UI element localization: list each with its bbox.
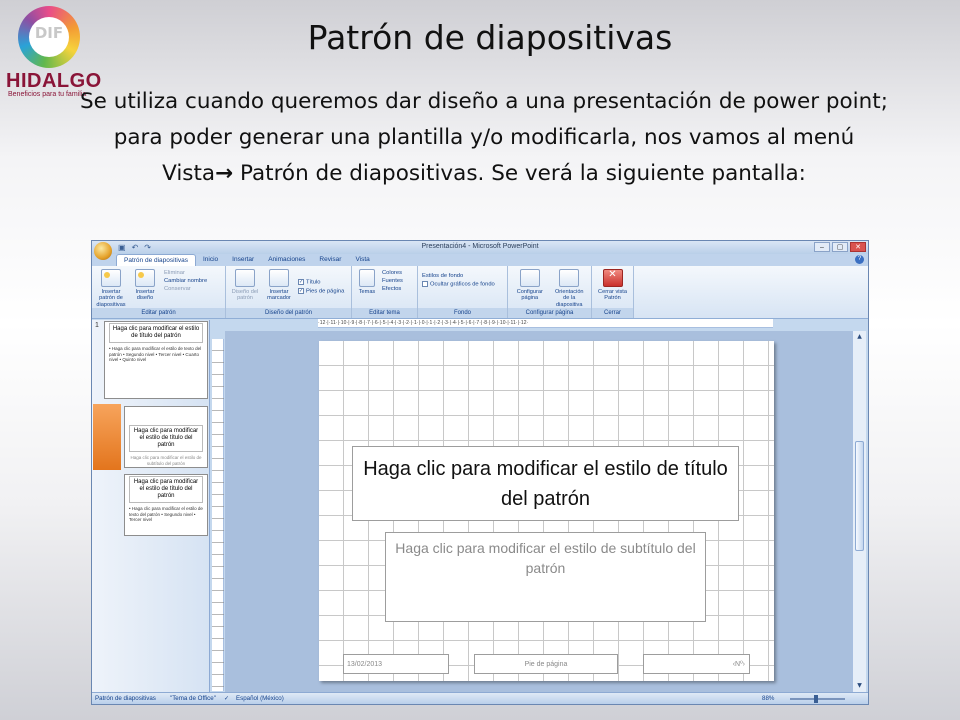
window-titlebar: ▣ ↶ ↷ Presentación4 - Microsoft PowerPoi…: [92, 241, 868, 260]
spellcheck-icon[interactable]: ✓: [224, 695, 229, 702]
page-setup-icon: [519, 269, 540, 287]
tab-animaciones[interactable]: Animaciones: [261, 254, 312, 266]
thumbnail-content-layout[interactable]: Haga clic para modificar el estilo de tí…: [124, 474, 208, 536]
status-theme: "Tema de Office": [170, 695, 216, 702]
status-bar: Patrón de diapositivas "Tema de Office" …: [92, 692, 868, 704]
intro-text-2: Patrón de diapositivas. Se verá la sigui…: [233, 161, 806, 186]
tab-inicio[interactable]: Inicio: [196, 254, 225, 266]
preserve-button[interactable]: Conservar: [164, 286, 207, 292]
title-check-icon: ✓: [298, 279, 304, 285]
group-label-editar-tema: Editar tema: [352, 308, 417, 318]
thumbnail-title-layout[interactable]: Haga clic para modificar el estilo de tí…: [124, 406, 208, 468]
slide-editing-area: Haga clic para modificar el estilo de tí…: [225, 331, 852, 692]
logo-tagline: Beneficios para tu familia: [8, 91, 87, 98]
slide-thumbnail-panel: 1 Haga clic para modificar el estilo de …: [92, 320, 210, 693]
maximize-button[interactable]: ▢: [832, 242, 848, 252]
group-editar-tema: Temas Colores Fuentes Efectos Editar tem…: [352, 266, 418, 318]
delete-button[interactable]: Eliminar: [164, 270, 207, 276]
vertical-scrollbar[interactable]: ▲ ▼: [852, 331, 866, 692]
status-language: Español (México): [236, 695, 284, 702]
zoom-level[interactable]: 88%: [762, 695, 774, 702]
background-styles-button[interactable]: Estilos de fondo: [422, 273, 495, 279]
slide-orientation-icon: [559, 269, 580, 287]
tab-patron-diapositivas[interactable]: Patrón de diapositivas: [116, 254, 196, 266]
group-editar-patron: Insertar patrón de diapositivas Insertar…: [92, 266, 226, 318]
group-label-diseno-patron: Diseño del patrón: [226, 308, 351, 318]
footer-check-icon: ✓: [298, 287, 304, 294]
window-title: Presentación4 - Microsoft PowerPoint: [421, 243, 539, 250]
insert-placeholder-icon: [269, 269, 289, 287]
scroll-down-icon[interactable]: ▼: [855, 682, 864, 690]
group-label-editar-patron: Editar patrón: [92, 308, 225, 318]
master-layout-icon: [235, 269, 255, 287]
footer-checkbox[interactable]: ✓ Pies de página: [298, 287, 344, 294]
group-configurar-pagina: Configurar página Orientación de la diap…: [508, 266, 592, 318]
insert-master-icon: [101, 269, 121, 287]
scroll-up-icon[interactable]: ▲: [855, 333, 864, 341]
close-button[interactable]: ✕: [850, 242, 866, 252]
office-button[interactable]: [94, 242, 112, 260]
title-checkbox[interactable]: ✓ Título: [298, 279, 344, 286]
tab-insertar[interactable]: Insertar: [225, 254, 261, 266]
rename-button[interactable]: Cambiar nombre: [164, 278, 207, 284]
date-placeholder[interactable]: 13/02/2013: [343, 654, 449, 674]
group-label-fondo: Fondo: [418, 308, 507, 318]
close-view-icon: [602, 269, 623, 287]
insert-layout-icon: [135, 269, 155, 287]
colors-button[interactable]: Colores: [382, 270, 403, 276]
footer-placeholder[interactable]: Pie de página: [474, 654, 618, 674]
group-cerrar: Cerrar vista Patrón Cerrar: [592, 266, 634, 318]
page-title: Patrón de diapositivas: [307, 18, 673, 57]
selected-thumbnail-indicator: [93, 404, 121, 470]
title-placeholder[interactable]: Haga clic para modificar el estilo de tí…: [352, 446, 739, 521]
window-controls: – ▢ ✕: [814, 242, 866, 252]
slide-number-placeholder[interactable]: ‹Nº›: [643, 654, 750, 674]
horizontal-ruler: ·12·|·11·|·10·|·9·|·8·|·7·|·6·|·5·|·4·|·…: [318, 319, 773, 328]
intro-paragraph: Se utiliza cuando queremos dar diseño a …: [78, 84, 890, 192]
thumbnail-master[interactable]: Haga clic para modificar el estilo de tí…: [104, 321, 208, 399]
effects-button[interactable]: Efectos: [382, 286, 403, 292]
ribbon-tabs: Patrón de diapositivas Inicio Insertar A…: [92, 254, 868, 266]
fonts-button[interactable]: Fuentes: [382, 278, 403, 284]
tab-vista[interactable]: Vista: [348, 254, 376, 266]
zoom-slider-knob[interactable]: [814, 695, 818, 703]
scrollbar-thumb[interactable]: [855, 441, 864, 551]
group-diseno-patron: Diseño del patrón Insertar marcador ✓ Tít…: [226, 266, 352, 318]
tab-revisar[interactable]: Revisar: [312, 254, 348, 266]
group-label-cerrar: Cerrar: [592, 308, 633, 318]
vertical-ruler: [212, 339, 224, 691]
ribbon: Insertar patrón de diapositivas Insertar…: [92, 266, 868, 319]
powerpoint-window: ▣ ↶ ↷ Presentación4 - Microsoft PowerPoi…: [91, 240, 869, 705]
hide-background-checkbox[interactable]: Ocultar gráficos de fondo: [422, 281, 495, 288]
themes-icon: [359, 269, 375, 287]
status-view: Patrón de diapositivas: [95, 695, 156, 702]
minimize-button[interactable]: –: [814, 242, 830, 252]
arrow-right-icon: →: [215, 161, 234, 186]
thumbnail-number: 1: [95, 322, 99, 329]
help-icon[interactable]: ?: [855, 255, 864, 264]
master-slide: Haga clic para modificar el estilo de tí…: [319, 341, 774, 681]
group-label-configurar-pagina: Configurar página: [508, 308, 591, 318]
subtitle-placeholder[interactable]: Haga clic para modificar el estilo de su…: [385, 532, 706, 622]
hide-bg-check-icon: [422, 281, 428, 287]
group-fondo: Estilos de fondo Ocultar gráficos de fon…: [418, 266, 508, 318]
logo-mark: DIF: [34, 24, 64, 42]
